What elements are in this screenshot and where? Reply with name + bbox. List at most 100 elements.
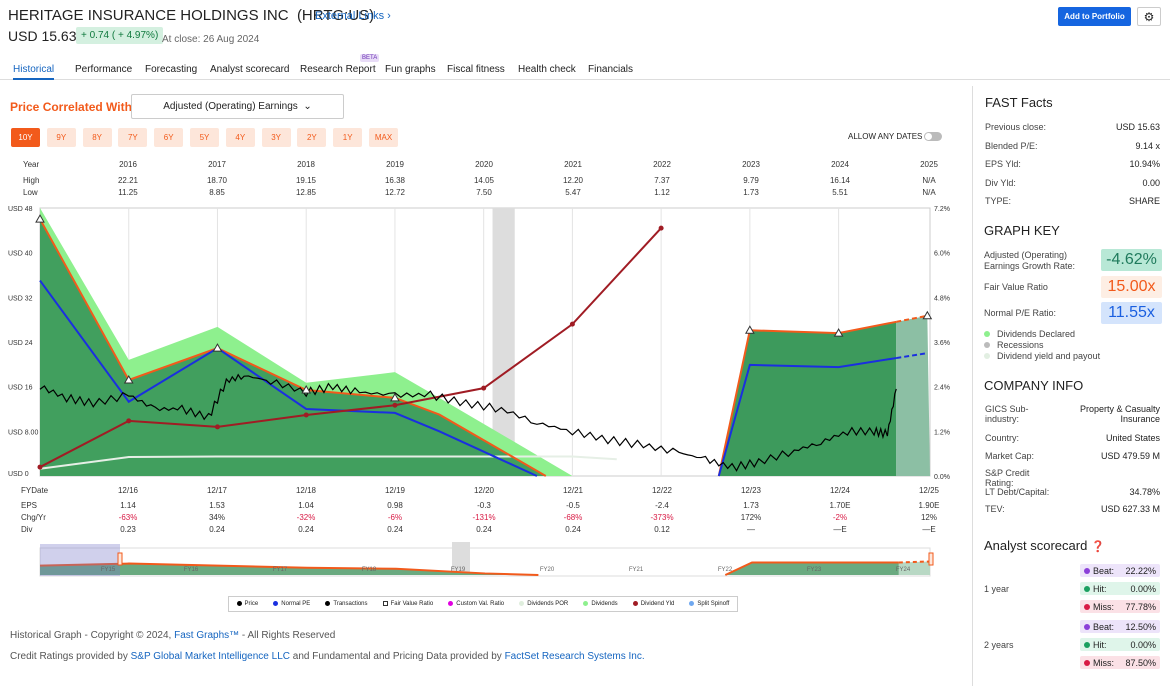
low-cell: 12.72 [384,188,406,197]
legend-item[interactable]: Dividends [583,600,618,607]
range-6y-button[interactable]: 6Y [154,128,184,147]
legend-item[interactable]: Normal PE [273,600,310,607]
sp-link[interactable]: S&P Global Market Intelligence LLC [131,651,290,662]
legend-item[interactable]: Split Spinoff [689,600,729,607]
fy-chg-cell: -373% [650,513,674,522]
low-cell: 1.12 [654,188,670,197]
normal-pe-value: 11.55x [1101,302,1162,324]
company-info-row: Market Cap: USD 479.59 M [985,451,1160,461]
row-label-high: High [23,176,40,185]
external-links[interactable]: External Links › [315,10,391,22]
tab-research-report[interactable]: Research Report [300,64,376,75]
price-chart[interactable]: USD 0 USD 8.00 USD 16 USD 24 USD 32 USD 40 USD… [0,200,960,485]
legend-item[interactable]: Transactions [325,600,368,607]
fy-chg-cell: -63% [118,513,138,522]
range-10y-button[interactable]: 10Y [11,128,40,147]
range-4y-button[interactable]: 4Y [225,128,255,147]
allow-any-dates-label: ALLOW ANY DATES [848,132,923,141]
company-info-row: LT Debt/Capital: 34.78% [985,487,1160,497]
fact-row: EPS Yld: 10.94% [985,159,1160,169]
fy-dates-cell: 12/21 [562,486,584,495]
range-navigator[interactable]: FY15 FY16 FY17 FY18 FY19 FY20 FY21 FY22 FY23 FY24… [0,540,960,580]
years-cell: 2021 [564,160,582,169]
fact-row: TYPE: SHARE [985,196,1160,206]
high-cell: 7.37 [654,176,670,185]
fy-dates-cell: 12/17 [206,486,228,495]
y2-tick-label: 6.0% [934,251,950,258]
company-info-title: COMPANY INFO [984,378,1084,393]
navigator-label: FY20 [540,567,555,573]
range-1y-button[interactable]: 1Y [333,128,363,147]
allow-any-dates-toggle[interactable] [924,132,942,141]
range-9y-button[interactable]: 9Y [46,128,76,147]
years-cell: 2024 [831,160,849,169]
fy-dates-cell: 12/24 [829,486,851,495]
legend-item[interactable]: Fair Value Ratio [382,600,433,607]
fy-div-cell: — [747,525,755,534]
fy-dates-cell: 12/16 [117,486,139,495]
navigator-handle[interactable] [928,552,934,566]
range-max-button[interactable]: MAX [369,128,398,147]
earnings-select[interactable]: Adjusted (Operating) Earnings ⌄ [131,94,344,119]
tab-fun-graphs[interactable]: Fun graphs [385,64,436,75]
tab-forecasting[interactable]: Forecasting [145,64,197,75]
normal-pe-label: Normal P/E Ratio: [984,308,1057,318]
fy-eps-cell: 1.53 [209,501,225,510]
high-cell: N/A [922,176,936,185]
fy-chg-cell: -6% [387,513,403,522]
range-5y-button[interactable]: 5Y [190,128,219,147]
growth-rate-value: -4.62% [1101,249,1162,271]
company-info-row: GICS Sub-industry: Property & Casualty In… [985,404,1160,424]
legend-item[interactable]: Price [236,600,258,607]
years-cell: 2023 [742,160,760,169]
hit-row: Hit: 0.00% [1080,638,1160,651]
tab-performance[interactable]: Performance [75,64,132,75]
beat-row: Beat: 22.22% [1080,564,1160,577]
fy-dates-cell: 12/23 [740,486,762,495]
fy-chg-cell: -68% [563,513,583,522]
help-icon[interactable]: ❓ [1091,541,1105,553]
fy-chg-cell: 12% [920,513,937,522]
fact-row: Blended P/E: 9.14 x [985,140,1160,151]
range-2y-button[interactable]: 2Y [297,128,327,147]
high-cell: 19.15 [295,176,317,185]
legend-dividend-yield: Dividend yield and payout [984,351,1100,361]
chart-legend: Price Normal PE Transactions Fair Value Rat… [228,596,738,612]
range-7y-button[interactable]: 7Y [118,128,148,147]
fy-eps-cell: -0.3 [477,501,491,510]
years-cell: 2022 [653,160,671,169]
years-cell: 2025 [920,160,938,169]
navigator-label: FY19 [451,567,466,573]
fy-eps-cell: 1.04 [298,501,314,510]
legend-item[interactable]: Dividends POR [519,600,568,607]
row-label-low: Low [23,188,38,197]
analyst-scorecard-title: Analyst scorecard ❓ [984,538,1105,553]
factset-link[interactable]: FactSet Research Systems Inc. [505,651,645,662]
navigator-handle[interactable] [117,552,123,566]
legend-recessions: Recessions [984,340,1044,350]
fy-row-label-dates: FYDate [21,486,49,495]
tab-fiscal-fitness[interactable]: Fiscal fitness [447,64,505,75]
miss-row: Miss: 77.78% [1080,600,1160,613]
fy-dates-cell: 12/22 [651,486,673,495]
navigator-label: FY21 [629,567,644,573]
tab-health-check[interactable]: Health check [518,64,576,75]
gear-icon[interactable]: ⚙ [1137,7,1161,26]
tab-financials[interactable]: Financials [588,64,633,75]
tab-historical[interactable]: Historical [13,64,55,80]
tab-analyst-scorecard[interactable]: Analyst scorecard [210,64,289,75]
y-tick-label: USD 32 [8,295,33,302]
fy-div-cell: —E [833,525,847,534]
fy-div-cell: 0.24 [298,525,314,534]
legend-item[interactable]: Dividend Yld [632,600,674,607]
add-to-portfolio-button[interactable]: Add to Portfolio [1058,7,1131,26]
range-8y-button[interactable]: 8Y [82,128,112,147]
years-cell: 2016 [119,160,137,169]
years-cell: 2018 [297,160,315,169]
fastgraphs-link[interactable]: Fast Graphs™ [174,630,239,641]
low-cell: 7.50 [476,188,492,197]
legend-item[interactable]: Custom Val. Ratio [448,600,504,607]
y2-tick-label: 0.0% [934,474,950,481]
range-3y-button[interactable]: 3Y [261,128,291,147]
fast-facts-title: FAST Facts [985,95,1053,110]
